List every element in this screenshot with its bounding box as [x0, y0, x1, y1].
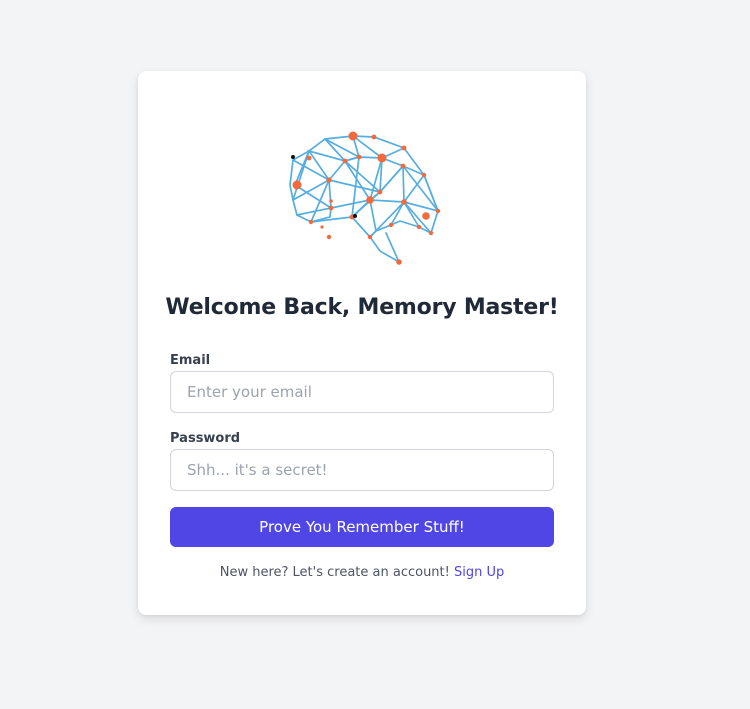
page-title: Welcome Back, Memory Master!	[165, 295, 559, 320]
login-button[interactable]: Prove You Remember Stuff!	[170, 507, 554, 547]
sign-up-link[interactable]: Sign Up	[454, 565, 504, 580]
signup-prompt: New here? Let's create an account! Sign …	[138, 565, 586, 580]
signup-prompt-text: New here? Let's create an account!	[219, 565, 450, 580]
email-label: Email	[170, 353, 211, 368]
password-label: Password	[170, 431, 241, 446]
password-field[interactable]	[170, 449, 554, 491]
brain-network-icon	[289, 131, 441, 265]
email-field[interactable]	[170, 371, 554, 413]
login-card: Welcome Back, Memory Master! Email Passw…	[138, 71, 586, 615]
